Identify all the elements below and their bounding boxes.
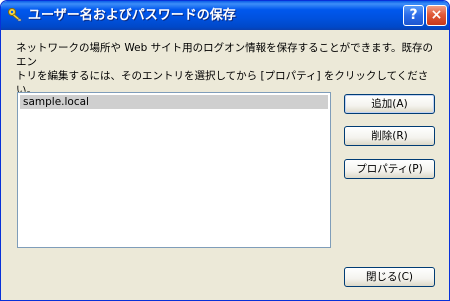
help-icon[interactable]: ? xyxy=(403,5,424,26)
window-title: ユーザー名およびパスワードの保存 xyxy=(28,8,236,23)
list-item[interactable]: sample.local xyxy=(20,95,328,109)
keys-icon xyxy=(7,7,24,24)
credentials-list[interactable]: sample.local xyxy=(17,92,331,248)
description-text: ネットワークの場所や Web サイト用のログオン情報を保存することができます。既… xyxy=(16,42,434,96)
close-button[interactable]: 閉じる(C) xyxy=(344,267,435,287)
title-bar[interactable]: ユーザー名およびパスワードの保存 ? × xyxy=(1,1,449,30)
add-button[interactable]: 追加(A) xyxy=(344,94,435,114)
dialog-window: ユーザー名およびパスワードの保存 ? × ネットワークの場所や Web サイト用… xyxy=(0,0,450,301)
properties-button[interactable]: プロパティ(P) xyxy=(344,159,435,179)
delete-button[interactable]: 削除(R) xyxy=(344,126,435,146)
close-icon[interactable]: × xyxy=(426,5,447,26)
